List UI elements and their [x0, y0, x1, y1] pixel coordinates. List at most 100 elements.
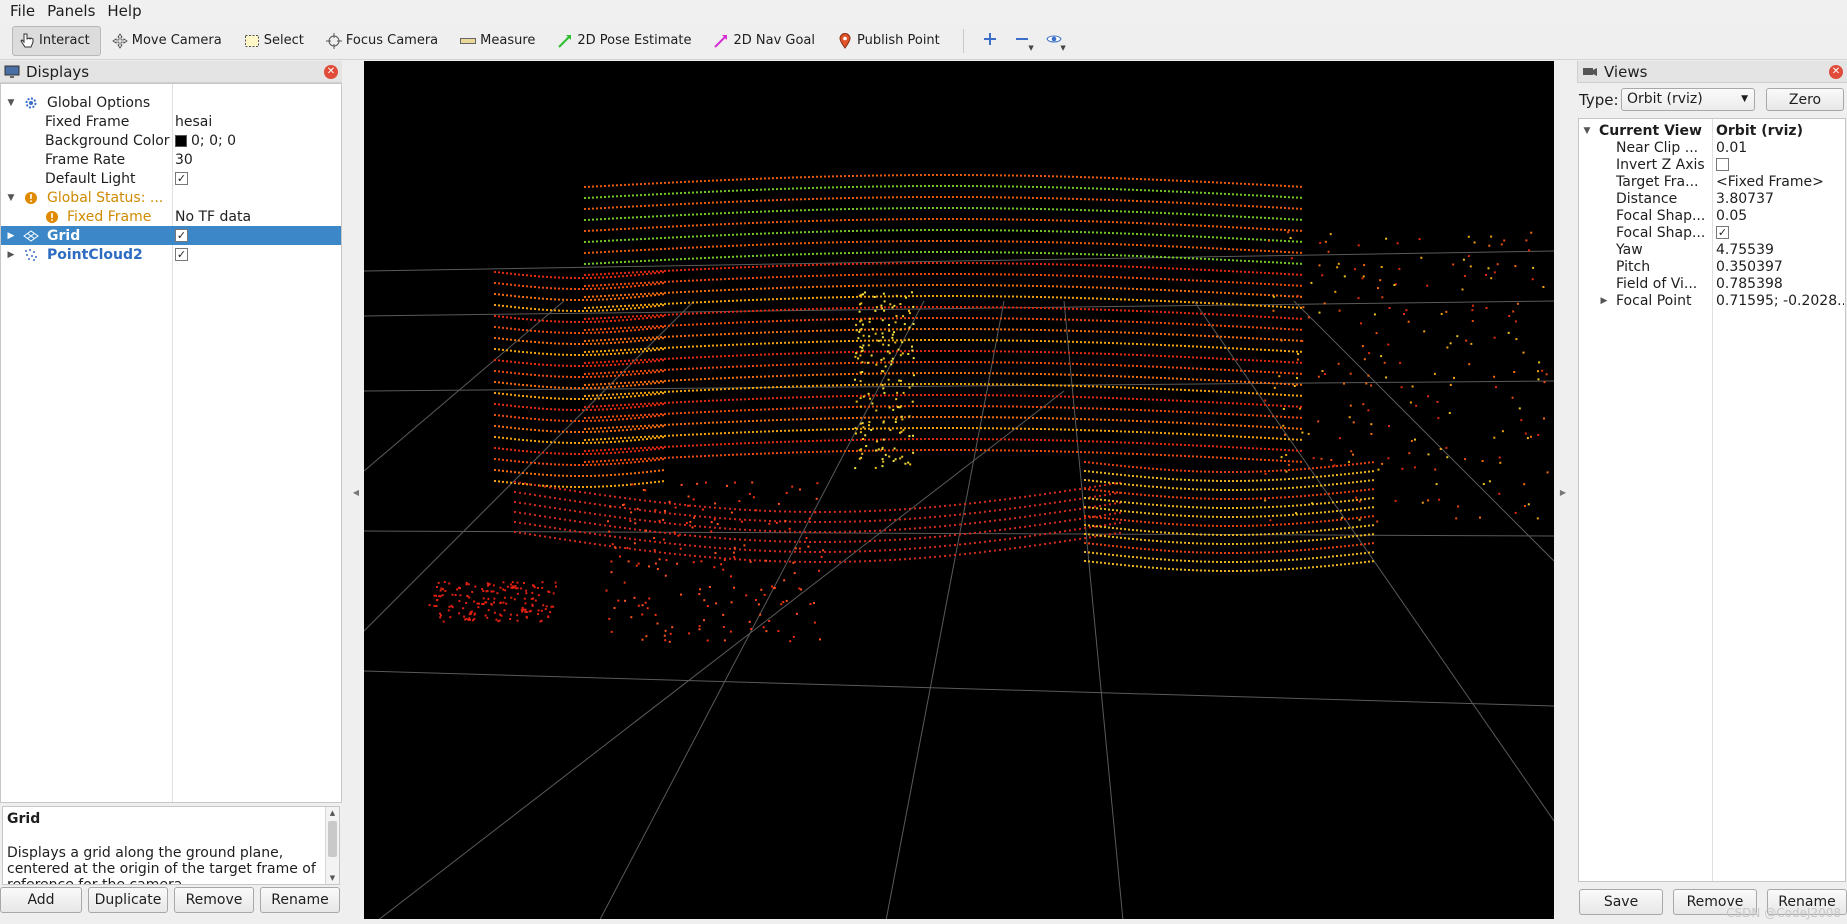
point	[1276, 371, 1278, 374]
point	[1108, 407, 1110, 410]
point	[784, 286, 786, 289]
point	[644, 369, 646, 372]
tree-row-frame-rate[interactable]: Frame Rate 30	[1, 150, 341, 169]
2d-nav-goal-tool-button[interactable]: 2D Nav Goal	[706, 26, 826, 56]
point	[768, 419, 770, 422]
point	[964, 427, 966, 429]
description-scrollbar[interactable]: ▲ ▼	[325, 807, 339, 884]
tree-row-fixed-frame[interactable]: Fixed Frame hesai	[1, 112, 341, 131]
remove-display-button[interactable]: Remove	[174, 887, 254, 913]
point	[748, 332, 750, 335]
3d-render-view[interactable]	[364, 61, 1554, 919]
point	[928, 361, 930, 363]
select-tool-button[interactable]: Select	[237, 26, 315, 56]
default-light-checkbox[interactable]: ✓	[175, 172, 188, 185]
chevron-right-icon[interactable]: ▶	[6, 231, 16, 241]
point	[1028, 229, 1030, 232]
green-arrow-icon	[557, 33, 573, 49]
point	[908, 218, 910, 221]
point	[900, 339, 902, 342]
add-display-button[interactable]: Add	[0, 887, 82, 913]
point	[1000, 251, 1002, 254]
point	[732, 189, 734, 192]
pointcloud2-enabled-checkbox[interactable]: ✓	[175, 248, 188, 261]
scroll-thumb[interactable]	[328, 821, 337, 857]
tree-row-global-options[interactable]: ▼ Global Options	[1, 93, 341, 112]
move-camera-tool-button[interactable]: Move Camera	[105, 26, 233, 56]
point	[1168, 179, 1170, 182]
point	[1232, 193, 1234, 196]
point	[1264, 194, 1266, 197]
view-options-button[interactable]: ▼	[1040, 26, 1068, 56]
remove-tool-button[interactable]: ▼	[1008, 26, 1036, 56]
chevron-down-icon[interactable]: ▼	[6, 98, 16, 108]
tree-row-status-fixed-frame[interactable]: Fixed Frame No TF data	[1, 207, 341, 226]
point	[1256, 249, 1258, 252]
point	[756, 309, 758, 312]
point	[1240, 182, 1242, 185]
point	[616, 404, 618, 407]
grid-enabled-checkbox[interactable]: ✓	[175, 229, 188, 242]
point	[1088, 253, 1090, 256]
tree-row-background-color[interactable]: Background Color 0; 0; 0	[1, 131, 341, 150]
scroll-up-icon[interactable]: ▲	[326, 807, 339, 819]
close-icon[interactable]: ✕	[324, 65, 338, 79]
point	[584, 318, 586, 320]
point	[1184, 180, 1186, 182]
point	[1228, 193, 1230, 196]
point	[904, 284, 906, 287]
point	[980, 416, 982, 419]
2d-pose-estimate-tool-button[interactable]: 2D Pose Estimate	[550, 26, 702, 56]
background-color-value[interactable]: 0; 0; 0	[175, 133, 236, 149]
point	[728, 365, 730, 368]
chevron-right-icon[interactable]: ▶	[1560, 488, 1566, 497]
add-tool-button[interactable]	[976, 26, 1004, 56]
tree-row-pointcloud2[interactable]: ▶ PointCloud2 ✓	[1, 245, 341, 264]
fixed-frame-value[interactable]: hesai	[175, 114, 212, 130]
chevron-down-icon[interactable]: ▼	[6, 193, 16, 203]
point	[908, 350, 910, 353]
point	[704, 455, 706, 457]
chevron-right-icon[interactable]: ▶	[6, 250, 16, 260]
point	[764, 210, 766, 213]
point	[1156, 211, 1158, 214]
point	[1036, 230, 1038, 232]
interact-tool-button[interactable]: Interact	[12, 25, 101, 56]
duplicate-display-button[interactable]: Duplicate	[88, 887, 168, 913]
point	[1256, 392, 1258, 395]
point	[1084, 385, 1086, 388]
rename-display-button[interactable]: Rename	[260, 887, 340, 913]
point	[588, 350, 590, 353]
right-splitter-handle[interactable]: ▶	[1557, 61, 1569, 924]
point	[1020, 273, 1022, 276]
left-splitter-handle[interactable]: ◀	[350, 61, 362, 924]
frame-rate-value[interactable]: 30	[175, 152, 193, 168]
point	[1040, 406, 1042, 408]
point	[566, 320, 568, 323]
point	[804, 198, 806, 201]
point	[652, 193, 654, 196]
menu-help[interactable]: Help	[103, 2, 149, 20]
tree-row-default-light[interactable]: Default Light ✓	[1, 169, 341, 188]
measure-tool-button[interactable]: Measure	[453, 26, 546, 56]
tree-row-grid[interactable]: ▶ Grid ✓	[1, 226, 341, 245]
publish-point-tool-button[interactable]: Publish Point	[830, 26, 951, 56]
point	[1092, 440, 1094, 443]
point	[860, 394, 862, 397]
point	[984, 328, 986, 331]
point	[696, 268, 698, 271]
point	[784, 308, 786, 311]
point	[1172, 300, 1174, 303]
point	[844, 417, 846, 420]
point	[672, 390, 674, 393]
menu-panels[interactable]: Panels	[43, 2, 103, 20]
menu-file[interactable]: File	[6, 2, 43, 20]
tree-row-global-status[interactable]: ▼ Global Status: ...	[1, 188, 341, 207]
point	[1144, 299, 1146, 302]
point	[1240, 347, 1242, 350]
scroll-down-icon[interactable]: ▼	[326, 872, 339, 884]
chevron-left-icon[interactable]: ◀	[353, 488, 359, 497]
focus-camera-tool-button[interactable]: Focus Camera	[319, 26, 449, 56]
point	[1092, 209, 1094, 212]
point	[596, 185, 598, 188]
